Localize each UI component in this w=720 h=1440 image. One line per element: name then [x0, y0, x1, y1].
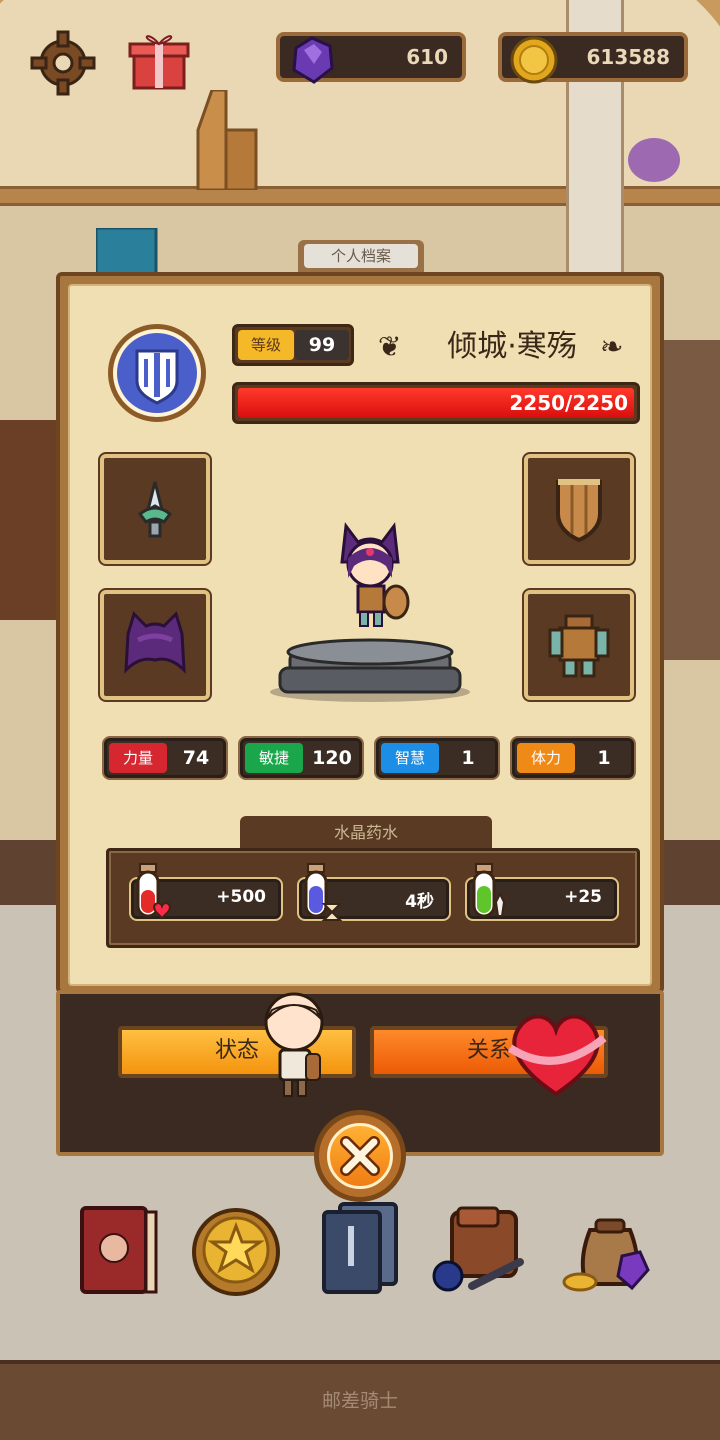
backpack-icon [432, 1206, 524, 1292]
armor-slot[interactable] [524, 590, 634, 700]
footer-title: 邮差骑士 [321, 1390, 398, 1412]
hp-bar: 2250/2250 [232, 382, 640, 424]
nav-cards[interactable] [314, 1196, 406, 1294]
coins-value: 613588 [586, 45, 671, 69]
gear-icon [30, 30, 96, 96]
card-deck-icon [322, 1202, 398, 1294]
shield-slot[interactable] [524, 454, 634, 564]
stat-wisdom: 智慧 1 [376, 738, 498, 778]
gem-icon [292, 36, 334, 84]
gift-box-icon [128, 35, 190, 90]
stat-label: 体力 [517, 743, 575, 773]
close-icon [340, 1136, 380, 1176]
cat-ear-hood-icon [124, 611, 186, 674]
coins-counter[interactable]: 613588 [498, 32, 688, 84]
flourish-right-icon: ❧ [600, 330, 624, 363]
potions-panel: +500 4秒 +25 [106, 848, 640, 948]
hp-text: 2250/2250 [509, 391, 628, 415]
nav-achievements[interactable] [190, 1200, 282, 1298]
red-potion-heart-icon [136, 863, 171, 920]
bg-wood-post-icon [196, 90, 258, 190]
potions-title: 水晶药水 [240, 816, 492, 850]
stat-strength: 力量 74 [104, 738, 226, 778]
settings-button[interactable] [30, 30, 96, 96]
gems-counter[interactable]: 610 [276, 32, 466, 84]
gems-value: 610 [406, 45, 448, 69]
profile-tab[interactable]: 个人档案 [298, 240, 424, 274]
wooden-shield-icon [556, 479, 602, 543]
stat-stamina: 体力 1 [512, 738, 634, 778]
journal-book-icon [80, 1206, 158, 1294]
leather-armor-icon [548, 614, 610, 678]
potion-attack[interactable]: +25 [467, 863, 617, 919]
helmet-slot[interactable] [100, 590, 210, 700]
bg-shelf-left [0, 420, 58, 620]
potion-value: 4秒 [405, 892, 434, 912]
character-panel-content: 等级 99 ❦ 倾城·寒殇 ❧ 2250/2250 力量 74 敏捷 120 智… [68, 284, 652, 986]
level-badge: 等级 99 [232, 324, 354, 366]
weapon-slot[interactable] [100, 454, 210, 564]
nav-shop[interactable] [560, 1200, 652, 1298]
level-value: 99 [295, 330, 349, 360]
stat-label: 敏捷 [245, 743, 303, 773]
character-panel: 等级 99 ❦ 倾城·寒殇 ❧ 2250/2250 力量 74 敏捷 120 智… [56, 272, 664, 994]
level-label: 等级 [238, 330, 294, 360]
hero-character-icon [340, 522, 410, 627]
treasure-bag-icon [562, 1218, 650, 1292]
heart-ribbon-icon [507, 1014, 607, 1097]
bg-shelf-right [664, 340, 720, 660]
close-button[interactable] [314, 1110, 406, 1202]
stat-value: 1 [597, 747, 611, 769]
stat-agility: 敏捷 120 [240, 738, 362, 778]
class-emblem [108, 324, 206, 422]
bg-pot-icon [628, 138, 680, 182]
profile-tab-label: 个人档案 [304, 244, 418, 268]
potion-value: +500 [216, 887, 266, 907]
close-button-face [327, 1123, 393, 1189]
stat-label: 智慧 [381, 743, 439, 773]
mascot-character-icon [264, 992, 324, 1097]
stat-value: 74 [182, 747, 210, 769]
coin-icon [510, 36, 558, 84]
star-medal-icon [192, 1208, 280, 1296]
bg-banner-icon [96, 228, 158, 274]
green-potion-sword-icon [472, 863, 506, 918]
nav-inventory[interactable] [432, 1196, 524, 1294]
stat-value: 120 [312, 747, 352, 769]
potion-speed[interactable]: 4秒 [299, 863, 449, 921]
potion-health[interactable]: +500 [131, 863, 281, 920]
gift-button[interactable] [126, 28, 192, 94]
nav-journal[interactable] [72, 1200, 164, 1298]
stat-value: 1 [461, 747, 475, 769]
potion-value: +25 [564, 887, 602, 907]
spear-tip-icon [137, 481, 173, 538]
blue-potion-hourglass-icon [304, 863, 343, 921]
stat-label: 力量 [109, 743, 167, 773]
sword-shield-emblem-icon [117, 333, 197, 413]
